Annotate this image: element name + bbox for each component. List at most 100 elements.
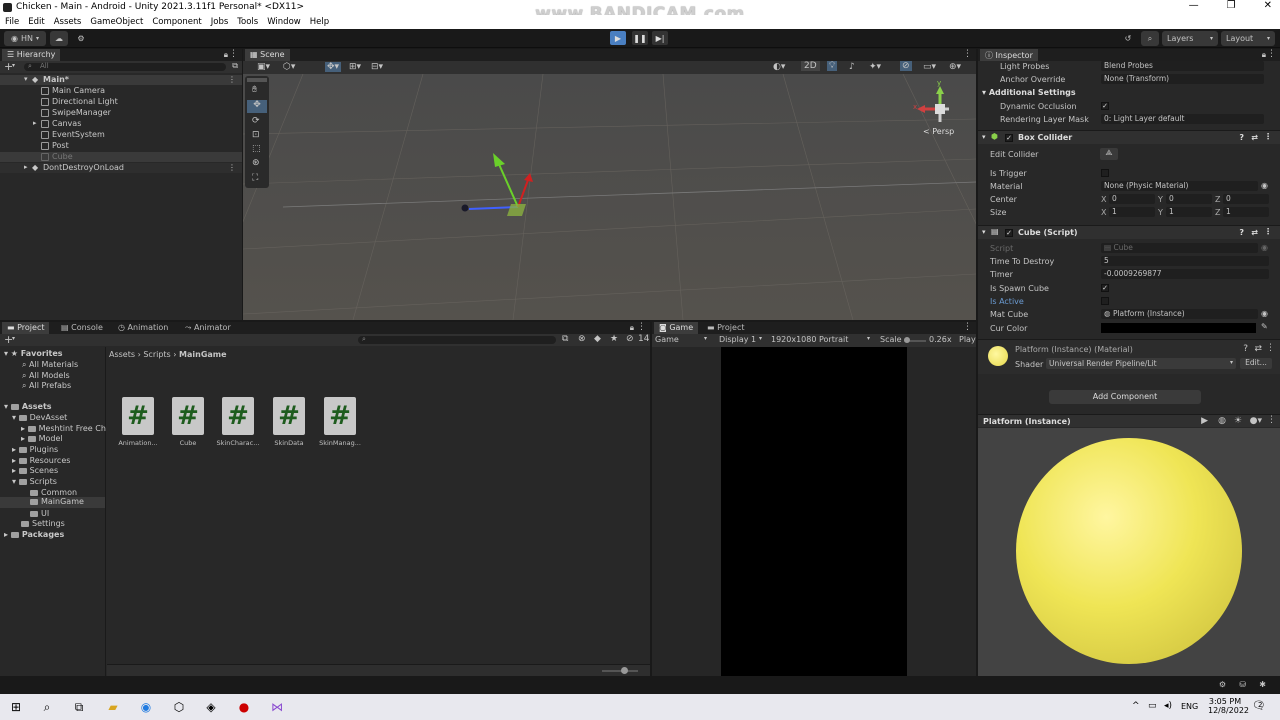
mat-cube-field[interactable]: ◍ Platform (Instance) (1101, 309, 1258, 319)
time-to-destroy-field[interactable]: 5 (1101, 256, 1269, 266)
hierarchy-search-input[interactable]: ⌕ All (24, 62, 226, 71)
script-asset[interactable]: # SkinData (266, 397, 312, 447)
list-item[interactable]: ▸ Canvas (0, 119, 242, 129)
folder-item[interactable]: ▸ Resources (12, 456, 70, 465)
layers-dropdown[interactable]: Layers ▾ (1162, 31, 1218, 46)
menu-assets[interactable]: Assets (54, 17, 82, 27)
expand-arrow-icon[interactable]: ▾ (982, 228, 986, 236)
task-view-icon[interactable]: ⧉ (70, 698, 88, 716)
menu-gameobject[interactable]: GameObject (90, 17, 143, 27)
tab-animation[interactable]: ◷ Animation (113, 322, 173, 334)
account-dropdown[interactable]: ◉ HN ▾ (4, 31, 46, 46)
center-z-field[interactable]: 0 (1223, 194, 1269, 204)
folder-item[interactable]: Common (30, 488, 77, 497)
list-item[interactable]: Main Camera (0, 86, 242, 96)
favorites-item[interactable]: ⌕ All Models (22, 371, 70, 381)
debug-icon[interactable]: ✱ (1259, 680, 1266, 689)
scene-viewport[interactable]: ✋︎ ✥ ⟳ ⊡ ⬚ ⊛ ⛶ y x < Persp (243, 74, 976, 320)
visual-studio-icon[interactable]: ⋈ (268, 698, 286, 716)
dynamic-occlusion-checkbox[interactable]: ✓ (1101, 102, 1109, 110)
list-item[interactable]: Directional Light (0, 97, 242, 107)
windows-start-icon[interactable]: ⊞ (7, 698, 25, 716)
gizmos-icon[interactable]: ⊕▾ (949, 62, 961, 72)
icon-size-slider[interactable] (602, 670, 638, 672)
network-icon[interactable]: ▭ (1148, 701, 1157, 711)
game-render-area[interactable] (721, 347, 907, 676)
favorites-root[interactable]: ▾ ★ Favorites (4, 349, 63, 358)
folder-item[interactable]: ▾ Scripts (12, 477, 57, 486)
draw-mode-icon[interactable]: ▣▾ (257, 62, 270, 72)
filter-icon[interactable]: ⧉ (232, 61, 238, 71)
expand-arrow-icon[interactable]: ▸ (24, 163, 28, 171)
favorite-icon[interactable]: ★ (610, 334, 618, 344)
eyedropper-icon[interactable]: ✎ (1261, 322, 1268, 331)
chevron-up-icon[interactable]: ^ (1132, 701, 1140, 711)
more-options-icon[interactable]: ⋮ (963, 322, 972, 332)
move-tool-icon[interactable]: ✥ (247, 100, 267, 113)
light-probes-dropdown[interactable]: Blend Probes (1101, 61, 1264, 71)
packages-root[interactable]: ▸ Packages (4, 530, 64, 539)
project-search-input[interactable]: ⌕ (358, 335, 556, 344)
breadcrumb-item[interactable]: Assets (109, 350, 135, 359)
additional-settings-foldout[interactable]: ▾ Additional Settings (978, 86, 1280, 98)
preview-shape-icon[interactable]: ◍ (1218, 416, 1226, 426)
more-options-icon[interactable]: ⋮ (1267, 415, 1276, 425)
chevron-down-icon[interactable]: ▾ (12, 335, 15, 342)
play-mode-dropdown[interactable]: Play (959, 335, 976, 344)
is-active-checkbox[interactable] (1101, 297, 1109, 305)
menu-help[interactable]: Help (310, 17, 329, 27)
search-by-type-icon[interactable]: ⧉ (562, 334, 568, 344)
material-preview-area[interactable] (978, 428, 1280, 676)
chrome-icon[interactable]: ◉ (137, 698, 155, 716)
more-options-icon[interactable]: ⋮ (1264, 227, 1272, 236)
visibility-icon[interactable]: ⊘ (900, 61, 912, 71)
notifications-icon[interactable]: 🗨︎ 2 (1252, 699, 1266, 712)
preset-icon[interactable]: ⇄ (1251, 228, 1258, 237)
menu-file[interactable]: File (5, 17, 19, 27)
folder-item[interactable]: UI (30, 509, 49, 518)
is-spawn-cube-checkbox[interactable]: ✓ (1101, 284, 1109, 292)
tab-animator[interactable]: ⤳ Animator (180, 322, 236, 334)
more-options-icon[interactable]: ⋮ (229, 49, 238, 59)
size-y-field[interactable]: 1 (1166, 207, 1212, 217)
more-options-icon[interactable]: ⋮ (963, 49, 972, 59)
preview-light-icon[interactable]: ☀ (1234, 416, 1242, 426)
list-item-selected[interactable]: Cube (0, 152, 242, 162)
scale-tool-icon[interactable]: ⊡ (252, 130, 260, 140)
favorites-item[interactable]: ⌕ All Prefabs (22, 381, 71, 391)
menu-window[interactable]: Window (267, 17, 301, 27)
unity-editor-icon[interactable]: ◈ (202, 698, 220, 716)
more-options-icon[interactable]: ⋮ (228, 75, 236, 84)
preset-icon[interactable]: ⇄ (1251, 133, 1258, 142)
script-asset[interactable]: # SkinCharac... (215, 397, 261, 447)
more-options-icon[interactable]: ⋮ (1266, 343, 1275, 353)
size-z-field[interactable]: 1 (1223, 207, 1269, 217)
lighting-icon[interactable]: 💡︎ (827, 61, 838, 71)
more-options-icon[interactable]: ⋮ (228, 163, 236, 172)
material-header[interactable]: Platform (Instance) (Material) ? ⇄ ⋮ Sha… (978, 339, 1280, 374)
menu-tools[interactable]: Tools (237, 17, 258, 27)
minimize-button[interactable]: — (1189, 0, 1199, 11)
object-picker-icon[interactable]: ◉ (1261, 309, 1268, 318)
step-button[interactable]: ▶| (652, 31, 668, 45)
collab-button[interactable]: ⚙ (72, 31, 90, 46)
display-dropdown[interactable]: Display 1 (719, 335, 756, 344)
script-asset[interactable]: # Cube (165, 397, 211, 447)
cloud-button[interactable]: ☁ (50, 31, 68, 46)
close-button[interactable]: ✕ (1264, 0, 1272, 11)
audio-icon[interactable]: ♪ (849, 62, 855, 72)
help-icon[interactable]: ? (1239, 228, 1244, 237)
transform-tool-icon[interactable]: ⊛ (252, 158, 260, 168)
expand-arrow-icon[interactable]: ▾ (982, 133, 986, 141)
object-picker-icon[interactable]: ◉ (1261, 181, 1268, 190)
center-y-field[interactable]: 0 (1166, 194, 1212, 204)
folder-item-selected[interactable]: MainGame (0, 497, 105, 508)
preview-settings-icon[interactable]: ●▾ (1250, 416, 1262, 426)
cube-script-header[interactable]: ▾ ▤ ✓ Cube (Script) ? ⇄ ⋮ (978, 225, 1280, 239)
maximize-button[interactable]: ❐ (1227, 0, 1236, 11)
folder-item[interactable]: Settings (21, 519, 65, 528)
component-enabled-checkbox[interactable]: ✓ (1005, 134, 1013, 142)
menu-component[interactable]: Component (152, 17, 201, 27)
help-icon[interactable]: ? (1239, 133, 1244, 142)
lock-icon[interactable]: 🔒︎ (630, 323, 634, 333)
